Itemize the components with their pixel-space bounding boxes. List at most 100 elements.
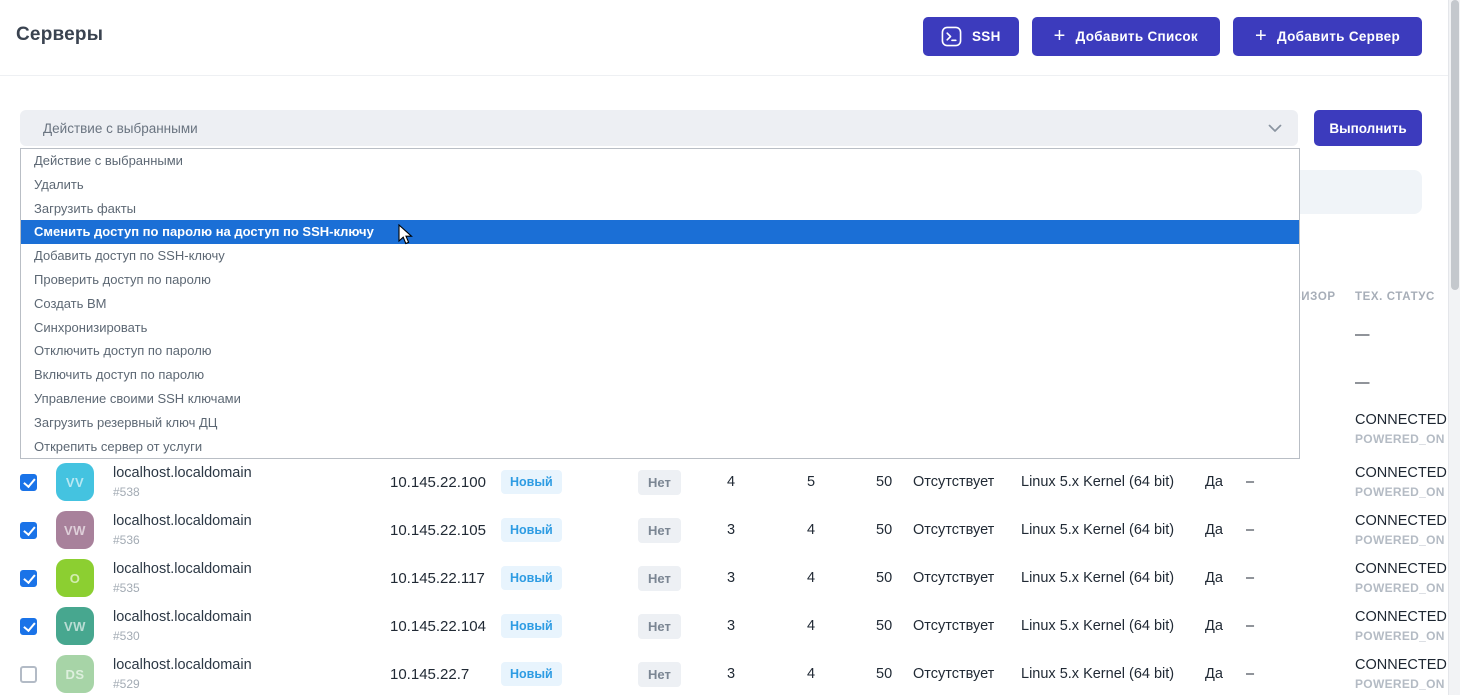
cell-raid: Отсутствует bbox=[913, 522, 1021, 538]
occluded-row-status: — bbox=[1355, 327, 1370, 343]
dropdown-option[interactable]: Сменить доступ по паролю на доступ по SS… bbox=[21, 220, 1299, 244]
cell-raid: Отсутствует bbox=[913, 618, 1021, 634]
substatus-text: POWERED_ON bbox=[1355, 677, 1448, 691]
server-name[interactable]: localhost.localdomain bbox=[113, 513, 390, 530]
cell-n2: 4 bbox=[807, 666, 876, 682]
cell-os: Linux 5.x Kernel (64 bit) bbox=[1021, 570, 1205, 586]
vertical-scrollbar bbox=[1448, 0, 1460, 695]
avatar: O bbox=[56, 559, 94, 597]
plus-icon: + bbox=[1054, 26, 1066, 46]
scrollbar-thumb[interactable] bbox=[1451, 0, 1459, 290]
add-server-label: Добавить Сервер bbox=[1277, 29, 1400, 44]
execute-button[interactable]: Выполнить bbox=[1314, 110, 1422, 146]
server-name[interactable]: localhost.localdomain bbox=[113, 465, 390, 482]
cell-n1: 3 bbox=[727, 618, 807, 634]
panel-badge: Нет bbox=[638, 470, 681, 495]
cell-os: Linux 5.x Kernel (64 bit) bbox=[1021, 618, 1205, 634]
state-badge: Новый bbox=[501, 566, 562, 590]
cell-n3: 50 bbox=[876, 522, 913, 538]
ssh-button[interactable]: SSH bbox=[923, 17, 1019, 56]
panel-badge: Нет bbox=[638, 518, 681, 543]
cell-n2: 4 bbox=[807, 570, 876, 586]
status-text: CONNECTED bbox=[1355, 465, 1448, 481]
cell-n2: 4 bbox=[807, 522, 876, 538]
page-title: Серверы bbox=[16, 24, 103, 46]
avatar: VV bbox=[56, 463, 94, 501]
dropdown-option[interactable]: Удалить bbox=[21, 173, 1299, 197]
substatus-text: POWERED_ON bbox=[1355, 581, 1448, 595]
server-name[interactable]: localhost.localdomain bbox=[113, 657, 390, 674]
server-id: #529 bbox=[113, 677, 390, 691]
cell-n1: 3 bbox=[727, 666, 807, 682]
server-id: #538 bbox=[113, 485, 390, 499]
add-list-button[interactable]: + Добавить Список bbox=[1032, 17, 1220, 56]
table-row: VW localhost.localdomain #530 10.145.22.… bbox=[0, 602, 1448, 650]
cell-hypervisor: – bbox=[1246, 522, 1355, 538]
cell-flag: Да bbox=[1205, 522, 1246, 538]
add-server-button[interactable]: + Добавить Сервер bbox=[1233, 17, 1422, 56]
dropdown-option[interactable]: Загрузить резервный ключ ДЦ bbox=[21, 411, 1299, 435]
state-badge: Новый bbox=[501, 470, 562, 494]
dropdown-option[interactable]: Создать ВМ bbox=[21, 292, 1299, 316]
dropdown-option[interactable]: Отключить доступ по паролю bbox=[21, 339, 1299, 363]
row-checkbox[interactable] bbox=[20, 666, 37, 683]
cell-n3: 50 bbox=[876, 618, 913, 634]
server-name[interactable]: localhost.localdomain bbox=[113, 609, 390, 626]
row-checkbox[interactable] bbox=[20, 618, 37, 635]
table-row: O localhost.localdomain #535 10.145.22.1… bbox=[0, 554, 1448, 602]
cell-n2: 5 bbox=[807, 474, 876, 490]
dropdown-option[interactable]: Действие с выбранными bbox=[21, 149, 1299, 173]
avatar: VW bbox=[56, 511, 94, 549]
avatar: DS bbox=[56, 655, 94, 693]
cell-n3: 50 bbox=[876, 474, 913, 490]
cell-os: Linux 5.x Kernel (64 bit) bbox=[1021, 474, 1205, 490]
cell-flag: Да bbox=[1205, 618, 1246, 634]
status-text: CONNECTED bbox=[1355, 412, 1447, 428]
ssh-button-label: SSH bbox=[972, 29, 1001, 44]
cell-n1: 3 bbox=[727, 522, 807, 538]
row-checkbox[interactable] bbox=[20, 474, 37, 491]
dropdown-option[interactable]: Загрузить факты bbox=[21, 197, 1299, 221]
add-list-label: Добавить Список bbox=[1076, 29, 1198, 44]
cell-flag: Да bbox=[1205, 570, 1246, 586]
dropdown-option[interactable]: Открепить сервер от услуги bbox=[21, 435, 1299, 459]
cell-tech-status: CONNECTED POWERED_ON bbox=[1355, 609, 1448, 643]
cell-raid: Отсутствует bbox=[913, 474, 1021, 490]
cell-hypervisor: – bbox=[1246, 618, 1355, 634]
cell-tech-status: CONNECTED POWERED_ON bbox=[1355, 513, 1448, 547]
occluded-row-status: CONNECTED POWERED_ON bbox=[1355, 412, 1447, 446]
server-id: #536 bbox=[113, 533, 390, 547]
cell-tech-status: CONNECTED POWERED_ON bbox=[1355, 657, 1448, 691]
dropdown-option[interactable]: Добавить доступ по SSH-ключу bbox=[21, 244, 1299, 268]
dropdown-option[interactable]: Синхронизировать bbox=[21, 316, 1299, 340]
cell-hypervisor: – bbox=[1246, 474, 1355, 490]
dropdown-option[interactable]: Включить доступ по паролю bbox=[21, 363, 1299, 387]
chevron-down-icon bbox=[1268, 124, 1282, 133]
column-header-tech-status: ТЕХ. СТАТУС bbox=[1355, 291, 1435, 303]
servers-table: VV localhost.localdomain #538 10.145.22.… bbox=[0, 458, 1448, 698]
avatar: VW bbox=[56, 607, 94, 645]
row-checkbox[interactable] bbox=[20, 570, 37, 587]
state-badge: Новый bbox=[501, 662, 562, 686]
server-ip: 10.145.22.105 bbox=[390, 522, 501, 539]
plus-icon: + bbox=[1255, 26, 1267, 46]
cell-os: Linux 5.x Kernel (64 bit) bbox=[1021, 666, 1205, 682]
bulk-action-select[interactable]: Действие с выбранными bbox=[20, 110, 1298, 146]
cell-raid: Отсутствует bbox=[913, 666, 1021, 682]
page-header: Серверы SSH + Добавить Список + Добавить bbox=[0, 0, 1448, 76]
server-ip: 10.145.22.117 bbox=[390, 570, 501, 587]
server-ip: 10.145.22.104 bbox=[390, 618, 501, 635]
cell-n3: 50 bbox=[876, 570, 913, 586]
status-text: CONNECTED bbox=[1355, 513, 1448, 529]
table-row: DS localhost.localdomain #529 10.145.22.… bbox=[0, 650, 1448, 698]
dropdown-option[interactable]: Проверить доступ по паролю bbox=[21, 268, 1299, 292]
row-checkbox[interactable] bbox=[20, 522, 37, 539]
dropdown-option[interactable]: Управление своими SSH ключами bbox=[21, 387, 1299, 411]
substatus-text: POWERED_ON bbox=[1355, 432, 1447, 446]
server-id: #530 bbox=[113, 629, 390, 643]
server-name[interactable]: localhost.localdomain bbox=[113, 561, 390, 578]
bulk-action-select-value: Действие с выбранными bbox=[43, 121, 198, 136]
cell-flag: Да bbox=[1205, 474, 1246, 490]
cell-n2: 4 bbox=[807, 618, 876, 634]
status-text: CONNECTED bbox=[1355, 561, 1448, 577]
